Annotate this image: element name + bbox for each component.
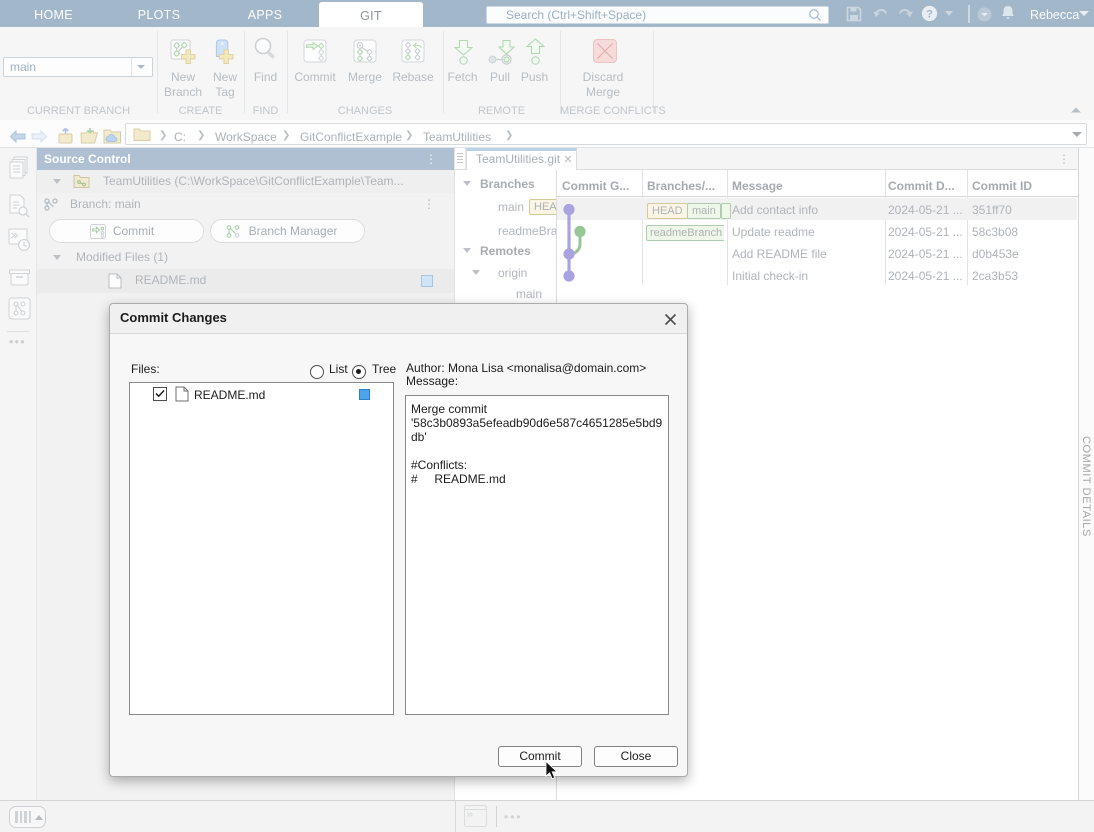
svg-text:?: ? [926,9,933,21]
